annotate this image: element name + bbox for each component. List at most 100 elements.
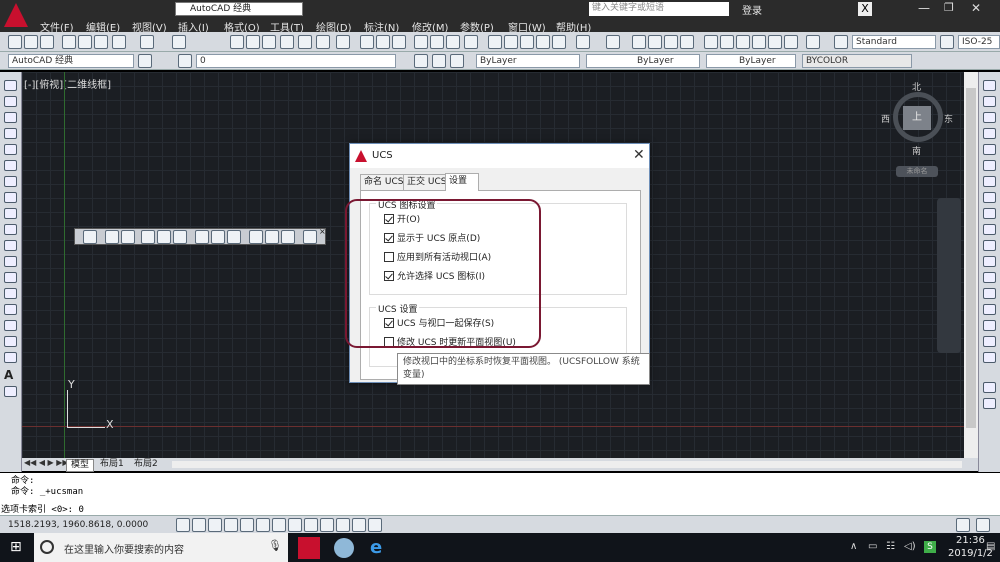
volume-icon[interactable]: ◁): [904, 541, 916, 552]
ucs-view-icon[interactable]: [173, 230, 187, 244]
open-icon-2[interactable]: [376, 35, 390, 49]
dim-style-icon[interactable]: [940, 35, 954, 49]
microphone-icon[interactable]: 🎙: [268, 539, 282, 552]
autocad-taskbar-icon[interactable]: [298, 537, 320, 559]
copy-object-icon[interactable]: [983, 96, 996, 107]
draw-order-icon[interactable]: [983, 382, 996, 393]
layer-previous-icon[interactable]: [432, 54, 446, 68]
make-current-icon[interactable]: [414, 54, 428, 68]
transparency-icon[interactable]: [352, 518, 366, 532]
construction-line-icon[interactable]: [4, 96, 17, 107]
break-icon[interactable]: [983, 272, 996, 283]
copy-icon[interactable]: [504, 35, 518, 49]
ucs-object-icon[interactable]: [157, 230, 171, 244]
save-icon-2[interactable]: [392, 35, 406, 49]
undo-icon-2[interactable]: [576, 35, 590, 49]
table-icon[interactable]: [4, 352, 17, 363]
join-icon[interactable]: [983, 288, 996, 299]
extend-icon[interactable]: [983, 240, 996, 251]
grid-icon[interactable]: [192, 518, 206, 532]
markup-icon[interactable]: [298, 35, 312, 49]
plot-icon-2[interactable]: [414, 35, 428, 49]
3d-print-icon-2[interactable]: [464, 35, 478, 49]
multiline-text-icon[interactable]: A: [4, 369, 17, 381]
spline-icon[interactable]: [4, 208, 17, 219]
lineweight-icon[interactable]: [336, 518, 350, 532]
design-center-icon[interactable]: [246, 35, 260, 49]
redo-icon-2[interactable]: [606, 35, 620, 49]
rectangle-icon[interactable]: [4, 144, 17, 155]
help-icon[interactable]: [336, 35, 350, 49]
horizontal-scrollbar[interactable]: [172, 461, 962, 468]
text-style-icon[interactable]: [834, 35, 848, 49]
workspace-select[interactable]: AutoCAD 经典: [8, 54, 134, 68]
ucs-face-icon[interactable]: [141, 230, 155, 244]
network-icon[interactable]: ☷: [886, 541, 895, 552]
move-icon[interactable]: [983, 160, 996, 171]
calculator-icon[interactable]: [316, 35, 330, 49]
viewport-label[interactable]: [-][俯视][二维线框]: [24, 76, 111, 91]
input-method-icon[interactable]: S: [924, 541, 936, 553]
layer-state-icon[interactable]: [450, 54, 464, 68]
compass-south[interactable]: 南: [912, 144, 921, 157]
explode-icon[interactable]: [983, 352, 996, 363]
ucs-previous-icon[interactable]: [121, 230, 135, 244]
make-block-icon[interactable]: [4, 272, 17, 283]
ucs-menu[interactable]: 未命名: [896, 166, 938, 177]
gradient-icon[interactable]: [4, 320, 17, 331]
ucs-world-icon[interactable]: [105, 230, 119, 244]
coordinates-readout[interactable]: 1518.2193, 1960.8618, 0.0000: [8, 520, 148, 530]
line-icon[interactable]: [4, 80, 17, 91]
lock-icon[interactable]: [956, 518, 970, 532]
restore-icon[interactable]: ❐: [944, 1, 954, 14]
navigation-bar[interactable]: [937, 198, 961, 353]
match-properties-icon[interactable]: [536, 35, 550, 49]
toolbar-close-icon[interactable]: ×: [319, 227, 326, 236]
break-at-point-icon[interactable]: [983, 256, 996, 267]
search-input[interactable]: 键入关键字或短语: [589, 2, 729, 16]
offset-icon[interactable]: [983, 128, 996, 139]
paste-icon[interactable]: [520, 35, 534, 49]
new-icon[interactable]: [8, 35, 22, 49]
snap-icon[interactable]: [208, 518, 222, 532]
scale-icon[interactable]: [983, 192, 996, 203]
infer-constraints-icon[interactable]: [176, 518, 190, 532]
tab-layout2[interactable]: 布局2: [130, 459, 162, 470]
linetype-select[interactable]: ByLayer: [586, 54, 700, 68]
close-icon[interactable]: ✕: [971, 1, 981, 15]
command-window[interactable]: 命令: 命令: _+ucsman 选项卡索引 <0>: 0: [0, 473, 1000, 515]
osnap-icon[interactable]: [256, 518, 270, 532]
ucs-icon[interactable]: [83, 230, 97, 244]
polygon-icon[interactable]: [4, 128, 17, 139]
compass-east[interactable]: 东: [944, 112, 953, 125]
insert-block-icon[interactable]: [4, 256, 17, 267]
minimize-icon[interactable]: —: [918, 1, 930, 15]
workspace-combo[interactable]: AutoCAD 经典: [175, 2, 303, 16]
dialog-close-icon[interactable]: ✕: [633, 147, 645, 163]
erase-icon[interactable]: [983, 80, 996, 91]
hatch-icon[interactable]: [4, 304, 17, 315]
ucs-z-rotate-icon[interactable]: [281, 230, 295, 244]
tray-chevron-icon[interactable]: ∧: [850, 541, 857, 552]
lineweight-select[interactable]: ByLayer: [706, 54, 796, 68]
array-icon[interactable]: [983, 144, 996, 155]
tab-nav-arrows-icon[interactable]: ◀◀ ◀ ▶ ▶▶: [24, 458, 69, 467]
tab-model[interactable]: 模型: [66, 459, 95, 472]
ducs-icon[interactable]: [304, 518, 318, 532]
login-link[interactable]: 登录: [742, 2, 762, 17]
region-icon[interactable]: [4, 336, 17, 347]
ucs-x-rotate-icon[interactable]: [249, 230, 263, 244]
tab-layout1[interactable]: 布局1: [96, 459, 128, 470]
revision-cloud-icon[interactable]: [4, 192, 17, 203]
ucs-zaxis-icon[interactable]: [211, 230, 225, 244]
otrack-icon[interactable]: [288, 518, 302, 532]
preview-icon-2[interactable]: [430, 35, 444, 49]
3dosnap-icon[interactable]: [272, 518, 286, 532]
ucs-apply-icon[interactable]: [303, 230, 317, 244]
zoom-realtime-icon[interactable]: [648, 35, 662, 49]
trim-icon[interactable]: [983, 224, 996, 235]
exchange-icon[interactable]: X: [858, 2, 872, 16]
windows-start-icon[interactable]: ⊞: [10, 540, 24, 555]
notification-icon[interactable]: ▤: [986, 541, 995, 552]
calculator-icon-2[interactable]: [784, 35, 798, 49]
